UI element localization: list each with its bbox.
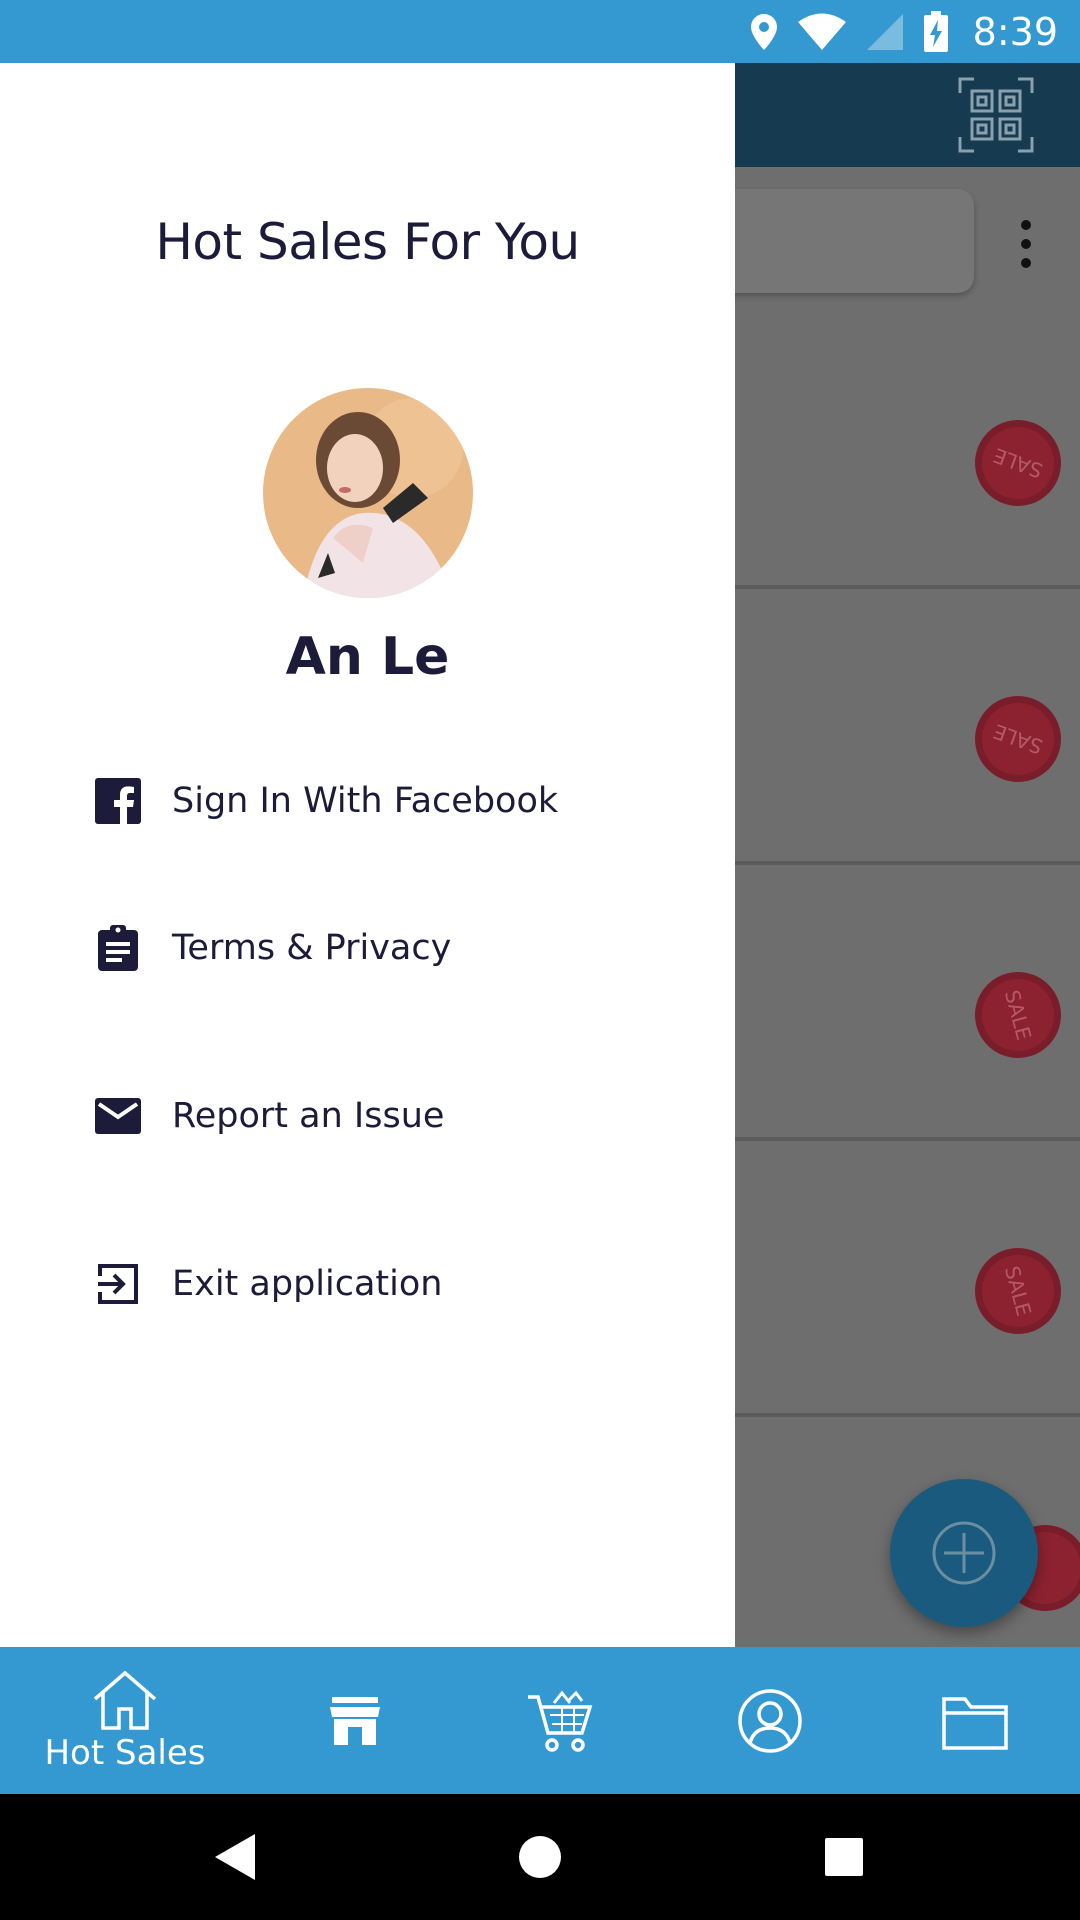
menu-item-report-issue[interactable]: Report an Issue (90, 1081, 444, 1151)
signal-icon (866, 13, 903, 50)
nav-item-hot-sales[interactable]: Hot Sales (30, 1647, 220, 1794)
sale-badge-icon: SALE (975, 696, 1061, 782)
drawer-title: Hot Sales For You (155, 213, 580, 271)
nav-item-cart[interactable] (505, 1647, 615, 1794)
qr-code-icon[interactable] (958, 77, 1034, 153)
nav-item-profile[interactable] (715, 1647, 825, 1794)
home-circle-icon (519, 1836, 561, 1878)
status-icons: 8:39 (749, 0, 1058, 63)
sale-badge-icon: SALE (975, 420, 1061, 506)
menu-item-exit-application[interactable]: Exit application (90, 1249, 442, 1319)
battery-charging-icon (923, 10, 948, 52)
system-navigation-bar (0, 1794, 1080, 1920)
profile-icon (738, 1688, 802, 1753)
location-icon (750, 13, 777, 50)
navigation-drawer: Hot Sales For You An Le Sign In With Fac… (0, 63, 735, 1647)
status-bar: 8:39 (0, 0, 1080, 63)
cart-icon (528, 1690, 593, 1752)
status-time: 8:39 (972, 9, 1058, 54)
sale-badge-icon: SALE (975, 972, 1061, 1058)
nav-item-store[interactable] (300, 1647, 410, 1794)
folder-icon (942, 1696, 1008, 1750)
avatar-image (263, 388, 473, 598)
nav-item-folder[interactable] (920, 1647, 1030, 1794)
back-button[interactable] (205, 1827, 265, 1887)
menu-item-terms-privacy[interactable]: Terms & Privacy (90, 913, 451, 983)
back-triangle-icon (215, 1834, 255, 1880)
menu-label: Sign In With Facebook (172, 781, 559, 821)
nav-label: Hot Sales (44, 1732, 206, 1773)
store-icon (330, 1696, 380, 1745)
wifi-icon (797, 13, 846, 50)
facebook-icon (90, 773, 146, 829)
mail-icon (90, 1088, 146, 1144)
home-icon (93, 1670, 157, 1730)
recents-button[interactable] (814, 1827, 874, 1887)
recents-square-icon (825, 1838, 863, 1876)
add-fab-button[interactable] (890, 1479, 1038, 1627)
plus-circle-icon (932, 1521, 996, 1585)
exit-icon (90, 1256, 146, 1312)
more-options-icon[interactable] (1018, 219, 1034, 269)
menu-label: Terms & Privacy (172, 928, 452, 968)
menu-label: Report an Issue (172, 1096, 445, 1136)
menu-item-sign-in-facebook[interactable]: Sign In With Facebook (90, 766, 558, 836)
menu-label: Exit application (172, 1264, 443, 1304)
clipboard-icon (90, 920, 146, 976)
avatar[interactable] (263, 388, 473, 598)
home-button[interactable] (510, 1827, 570, 1887)
user-name: An Le (285, 627, 450, 687)
bottom-navigation: Hot Sales (0, 1647, 1080, 1794)
sale-badge-icon: SALE (975, 1248, 1061, 1334)
